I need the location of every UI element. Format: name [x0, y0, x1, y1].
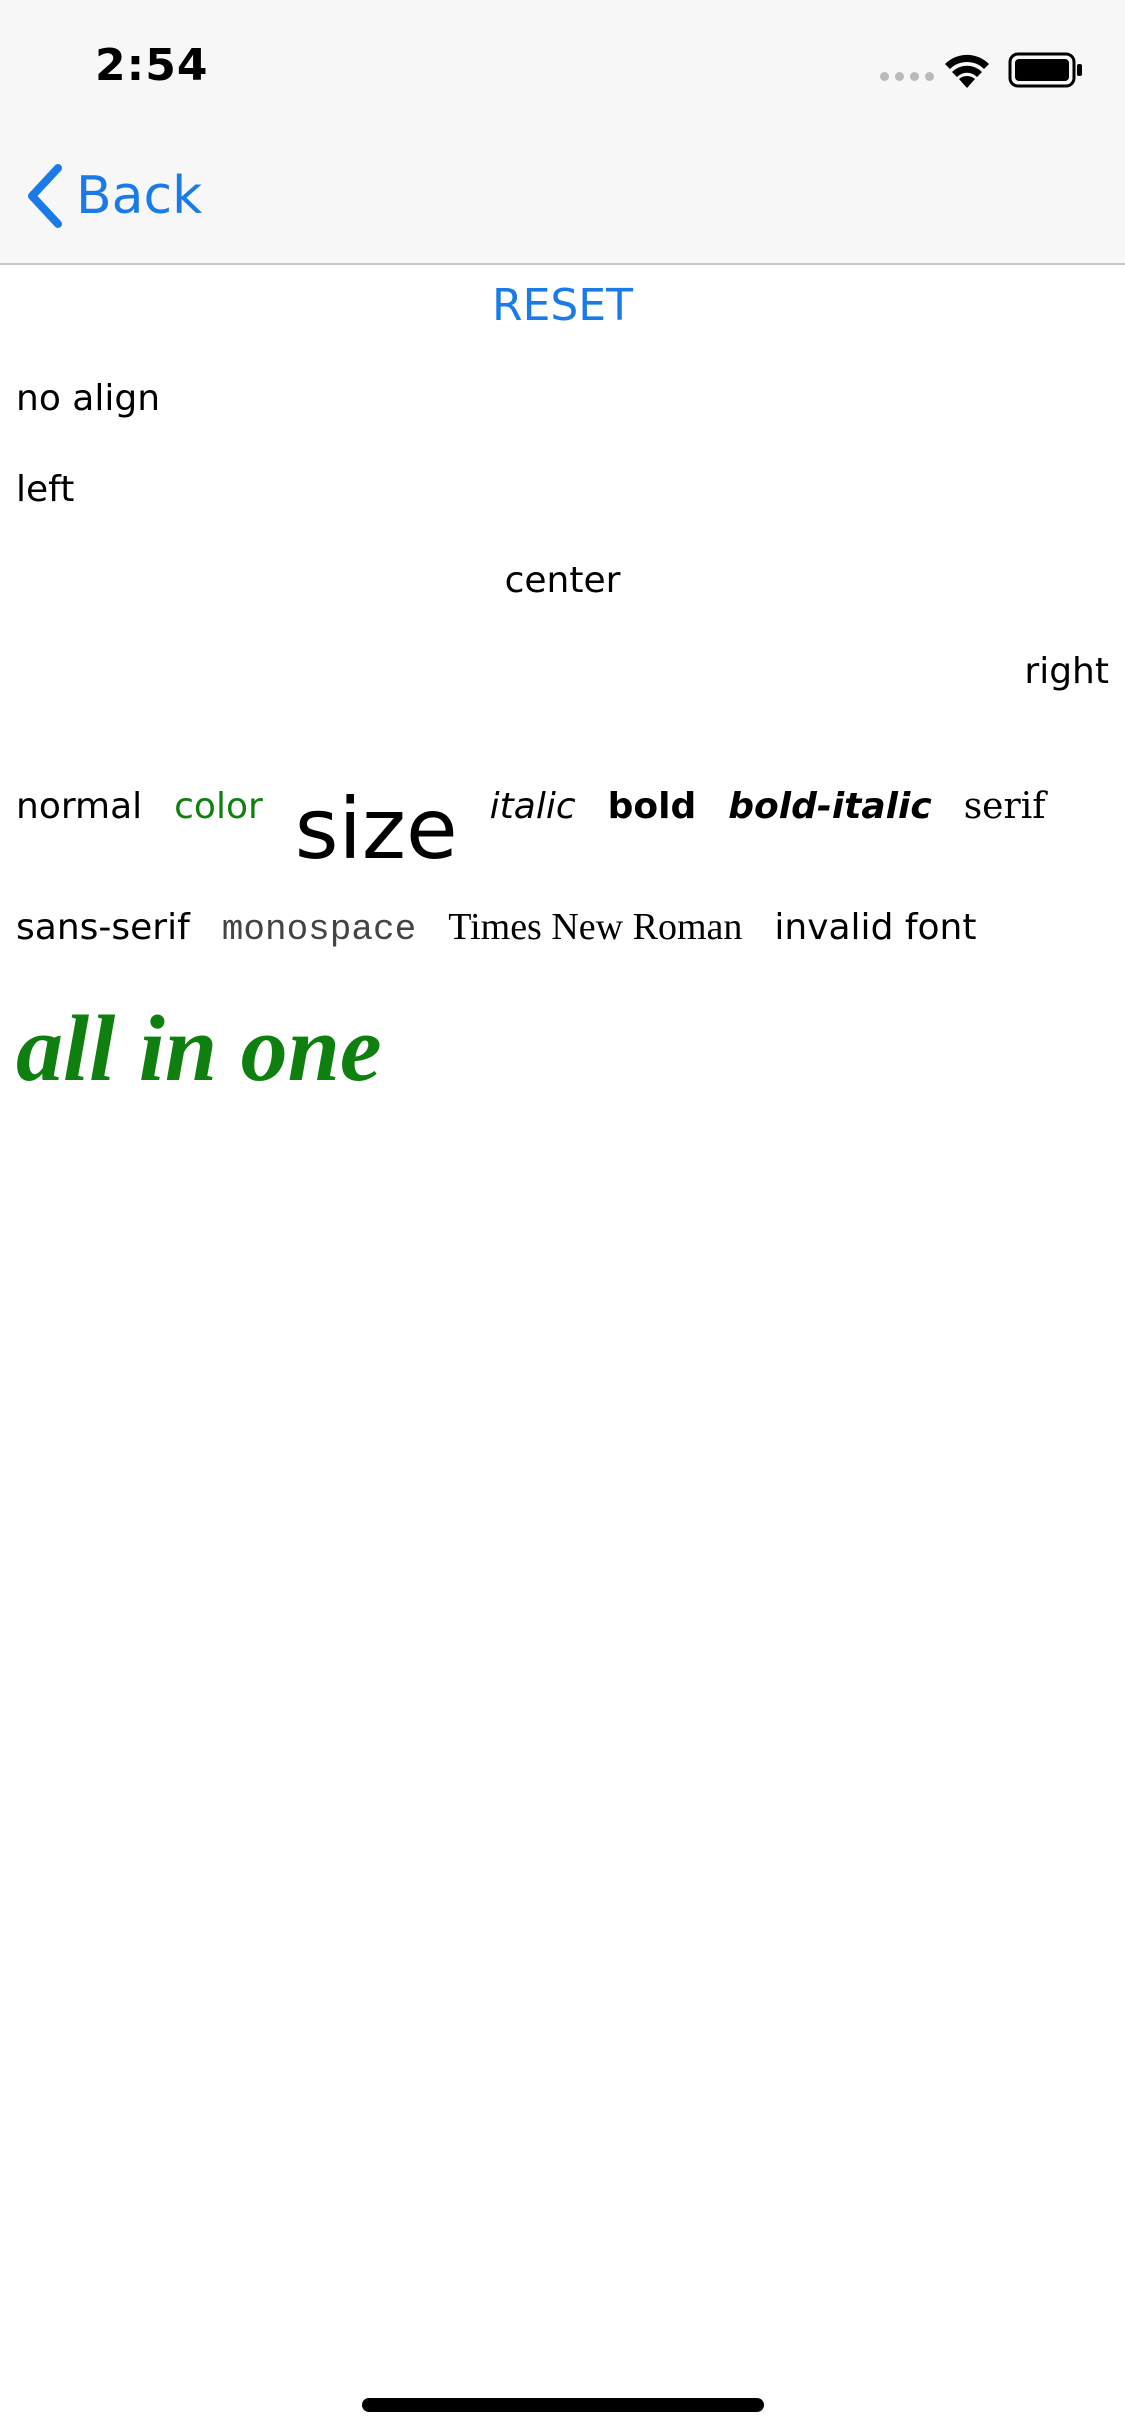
text-times-new-roman: Times New Roman: [448, 906, 743, 948]
text-right: right: [1024, 651, 1109, 692]
reset-button[interactable]: RESET: [0, 280, 1125, 331]
text-all-in-one: all in one: [16, 997, 382, 1101]
style-samples-row: normal color size italic bold bold-itali…: [16, 740, 1078, 878]
text-invalid-font: invalid font: [774, 907, 977, 948]
back-label: Back: [76, 166, 203, 226]
text-monospace: monospace: [221, 909, 417, 950]
text-color: color: [174, 786, 263, 827]
text-no-align: no align: [16, 378, 161, 419]
cellular-signal-icon: [880, 72, 934, 81]
back-button[interactable]: Back: [22, 162, 202, 230]
text-bold-italic: bold-italic: [728, 786, 932, 827]
navigation-bar: 2:54 Back: [0, 0, 1125, 265]
text-sans-serif: sans-serif: [16, 907, 190, 948]
text-italic: italic: [489, 786, 576, 827]
text-size: size: [294, 780, 458, 878]
home-indicator[interactable]: [362, 2398, 764, 2412]
wifi-icon: [945, 54, 989, 88]
text-left: left: [16, 469, 75, 510]
chevron-left-icon: [28, 164, 62, 228]
status-time: 2:54: [95, 40, 209, 91]
screen: 2:54 Back RESET no align left center rig…: [0, 0, 1125, 2436]
text-center: center: [504, 560, 621, 601]
font-samples-row: sans-serif monospace Times New Roman inv…: [16, 905, 1009, 950]
text-normal: normal: [16, 786, 143, 827]
battery-icon: [1008, 52, 1082, 88]
text-serif: serif: [963, 786, 1046, 827]
text-bold: bold: [607, 786, 697, 827]
